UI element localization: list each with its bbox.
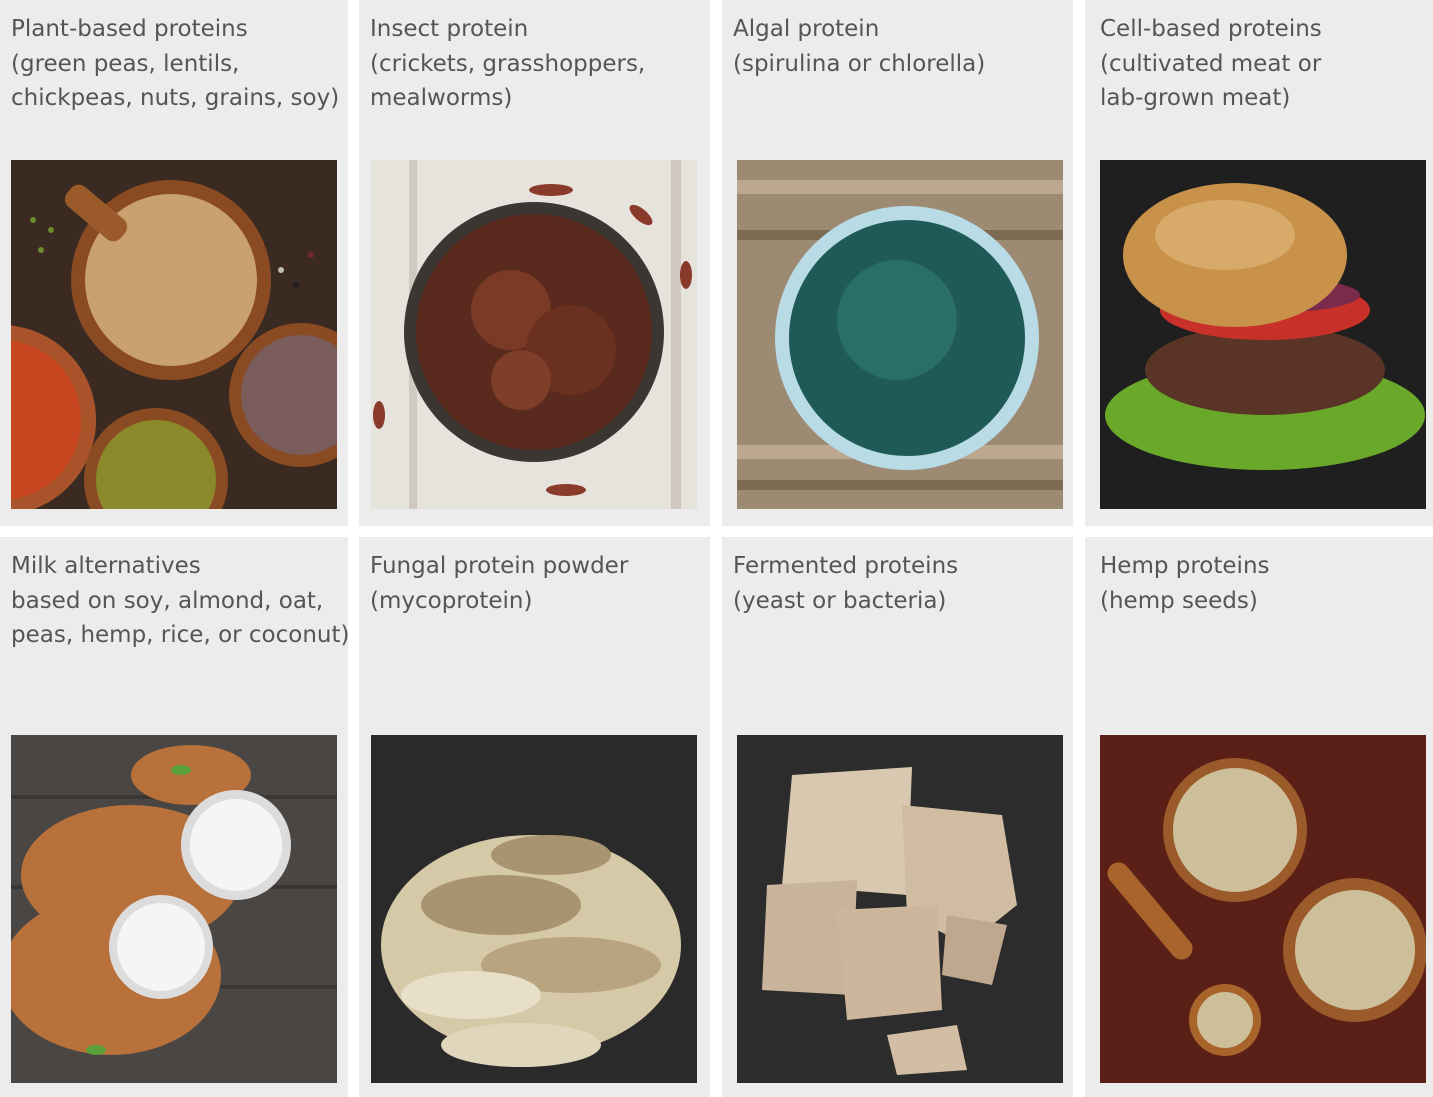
protein-card-algal: Algal protein (spirulina or chlorella) [722, 0, 1073, 526]
almond-milk-photo [11, 735, 337, 1083]
card-caption: Algal protein (spirulina or chlorella) [733, 12, 985, 81]
caption-line: Fungal protein powder [370, 553, 629, 579]
card-caption: Cell-based proteins (cultivated meat or … [1100, 12, 1322, 116]
protein-card-hemp: Hemp proteins (hemp seeds) [1085, 537, 1433, 1097]
caption-line: mealworms) [370, 85, 513, 111]
caption-line: lab-grown meat) [1100, 85, 1291, 111]
caption-line: based on soy, almond, oat, [11, 587, 324, 614]
caption-line: peas, hemp, rice, or coconut) [11, 622, 350, 648]
protein-card-milk-alternatives: Milk alternatives based on soy, almond, … [0, 537, 350, 1097]
card-caption: Plant-based proteins (green peas, lentil… [11, 12, 339, 116]
caption-line: (yeast or bacteria) [733, 587, 947, 614]
caption-line: Hemp proteins [1100, 553, 1270, 579]
protein-card-fungal: Fungal protein powder (mycoprotein) [359, 537, 710, 1097]
card-caption: Insect protein (crickets, grasshoppers, … [370, 12, 645, 116]
protein-card-fermented: Fermented proteins (yeast or bacteria) [722, 537, 1073, 1097]
mushrooms-photo [371, 735, 697, 1083]
hemp-seeds-photo [1100, 735, 1426, 1083]
protein-card-insect: Insect protein (crickets, grasshoppers, … [359, 0, 710, 526]
legumes-photo [11, 160, 337, 509]
caption-line: Algal protein [733, 16, 880, 42]
crickets-photo [371, 160, 697, 509]
card-caption: Milk alternatives based on soy, almond, … [11, 549, 350, 653]
caption-line: (mycoprotein) [370, 587, 533, 614]
caption-line: chickpeas, nuts, grains, soy) [11, 85, 340, 111]
caption-line: Cell-based proteins [1100, 16, 1322, 42]
caption-line: Insect protein [370, 16, 529, 42]
caption-line: Milk alternatives [11, 553, 201, 579]
card-caption: Hemp proteins (hemp seeds) [1100, 549, 1270, 618]
caption-line: (crickets, grasshoppers, [370, 50, 646, 77]
caption-line: Plant-based proteins [11, 16, 248, 42]
protein-card-cell-based: Cell-based proteins (cultivated meat or … [1085, 0, 1433, 526]
burger-photo [1100, 160, 1426, 509]
protein-card-plant-based: Plant-based proteins (green peas, lentil… [0, 0, 348, 526]
caption-line: (cultivated meat or [1100, 50, 1322, 77]
caption-line: Fermented proteins [733, 553, 959, 579]
card-caption: Fungal protein powder (mycoprotein) [370, 549, 628, 618]
caption-line: (green peas, lentils, [11, 50, 240, 77]
caption-line: (hemp seeds) [1100, 587, 1258, 614]
spirulina-photo [737, 160, 1063, 509]
card-caption: Fermented proteins (yeast or bacteria) [733, 549, 958, 618]
caption-line: (spirulina or chlorella) [733, 50, 986, 77]
yeast-photo [737, 735, 1063, 1083]
